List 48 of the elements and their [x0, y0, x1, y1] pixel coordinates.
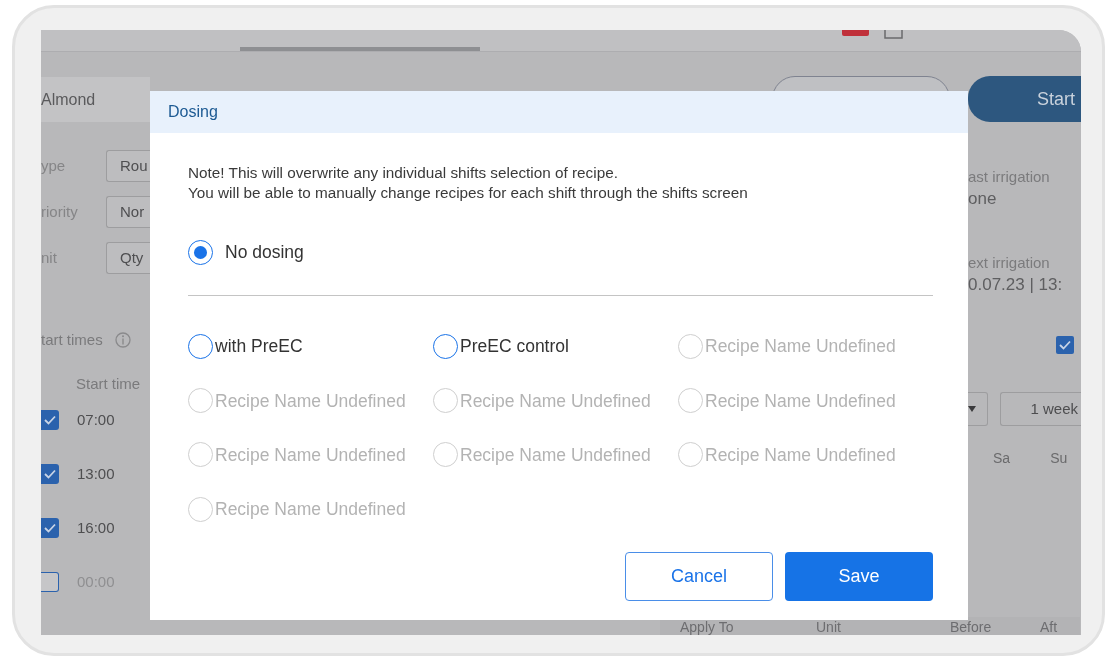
- plot-name: Almond: [41, 89, 96, 110]
- checkbox[interactable]: [41, 572, 59, 592]
- radio-option: Recipe Name Undefined: [188, 496, 433, 523]
- time-value: 13:00: [77, 463, 115, 484]
- time-value: 07:00: [77, 409, 115, 430]
- select-field[interactable]: Qty: [106, 242, 150, 274]
- radio-option[interactable]: PreEC control: [433, 333, 678, 360]
- radio-option: Recipe Name Undefined: [188, 387, 433, 414]
- checkbox[interactable]: [41, 464, 59, 484]
- column-header: Apply To: [679, 618, 735, 635]
- checkbox[interactable]: [41, 410, 59, 430]
- check-icon: [44, 523, 56, 533]
- section-label: tart times: [41, 329, 103, 350]
- period-select[interactable]: 1 week: [1000, 392, 1081, 426]
- info-label: ext irrigation: [968, 253, 1051, 272]
- column-header: Aft: [1040, 618, 1059, 635]
- start-button[interactable]: Start: [968, 76, 1081, 122]
- checkbox[interactable]: [1056, 336, 1074, 354]
- column-header: Start time: [76, 374, 142, 393]
- info-label: ast irrigation: [968, 167, 1051, 186]
- check-icon: [44, 469, 56, 479]
- check-icon: [1059, 340, 1071, 350]
- radio-option: Recipe Name Undefined: [678, 441, 923, 468]
- time-value: 16:00: [77, 517, 115, 538]
- radio-option: Recipe Name Undefined: [678, 387, 923, 414]
- note-text: You will be able to manually change recipes for each shift through the shifts screen: [188, 183, 749, 203]
- radio-option[interactable]: No dosing: [188, 239, 304, 266]
- save-button[interactable]: Save: [785, 552, 933, 601]
- info-value: one: [968, 188, 998, 210]
- notification-badge: [842, 30, 869, 36]
- weekday-label[interactable]: Su: [1050, 448, 1068, 469]
- select-field[interactable]: Nor: [106, 196, 150, 228]
- radio-option: Recipe Name Undefined: [678, 333, 923, 360]
- cancel-button[interactable]: Cancel: [625, 552, 773, 601]
- check-icon: [44, 415, 56, 425]
- column-header: Before: [950, 618, 993, 635]
- note-text: Note! This will overwrite any individual shifts selection of recipe.: [188, 163, 619, 183]
- radio-option[interactable]: with PreEC: [188, 333, 433, 360]
- info-value: 0.07.23 | 13:: [968, 274, 1064, 296]
- column-header: Unit: [816, 618, 842, 635]
- checkbox[interactable]: [41, 518, 59, 538]
- dialog-title: Dosing: [168, 102, 218, 122]
- radio-option: Recipe Name Undefined: [188, 441, 433, 468]
- calendar-icon: [884, 30, 904, 40]
- weekday-label[interactable]: Sa: [993, 448, 1011, 469]
- radio-option: Recipe Name Undefined: [433, 441, 678, 468]
- select-field[interactable]: Rou: [106, 150, 150, 182]
- radio-option: Recipe Name Undefined: [433, 387, 678, 414]
